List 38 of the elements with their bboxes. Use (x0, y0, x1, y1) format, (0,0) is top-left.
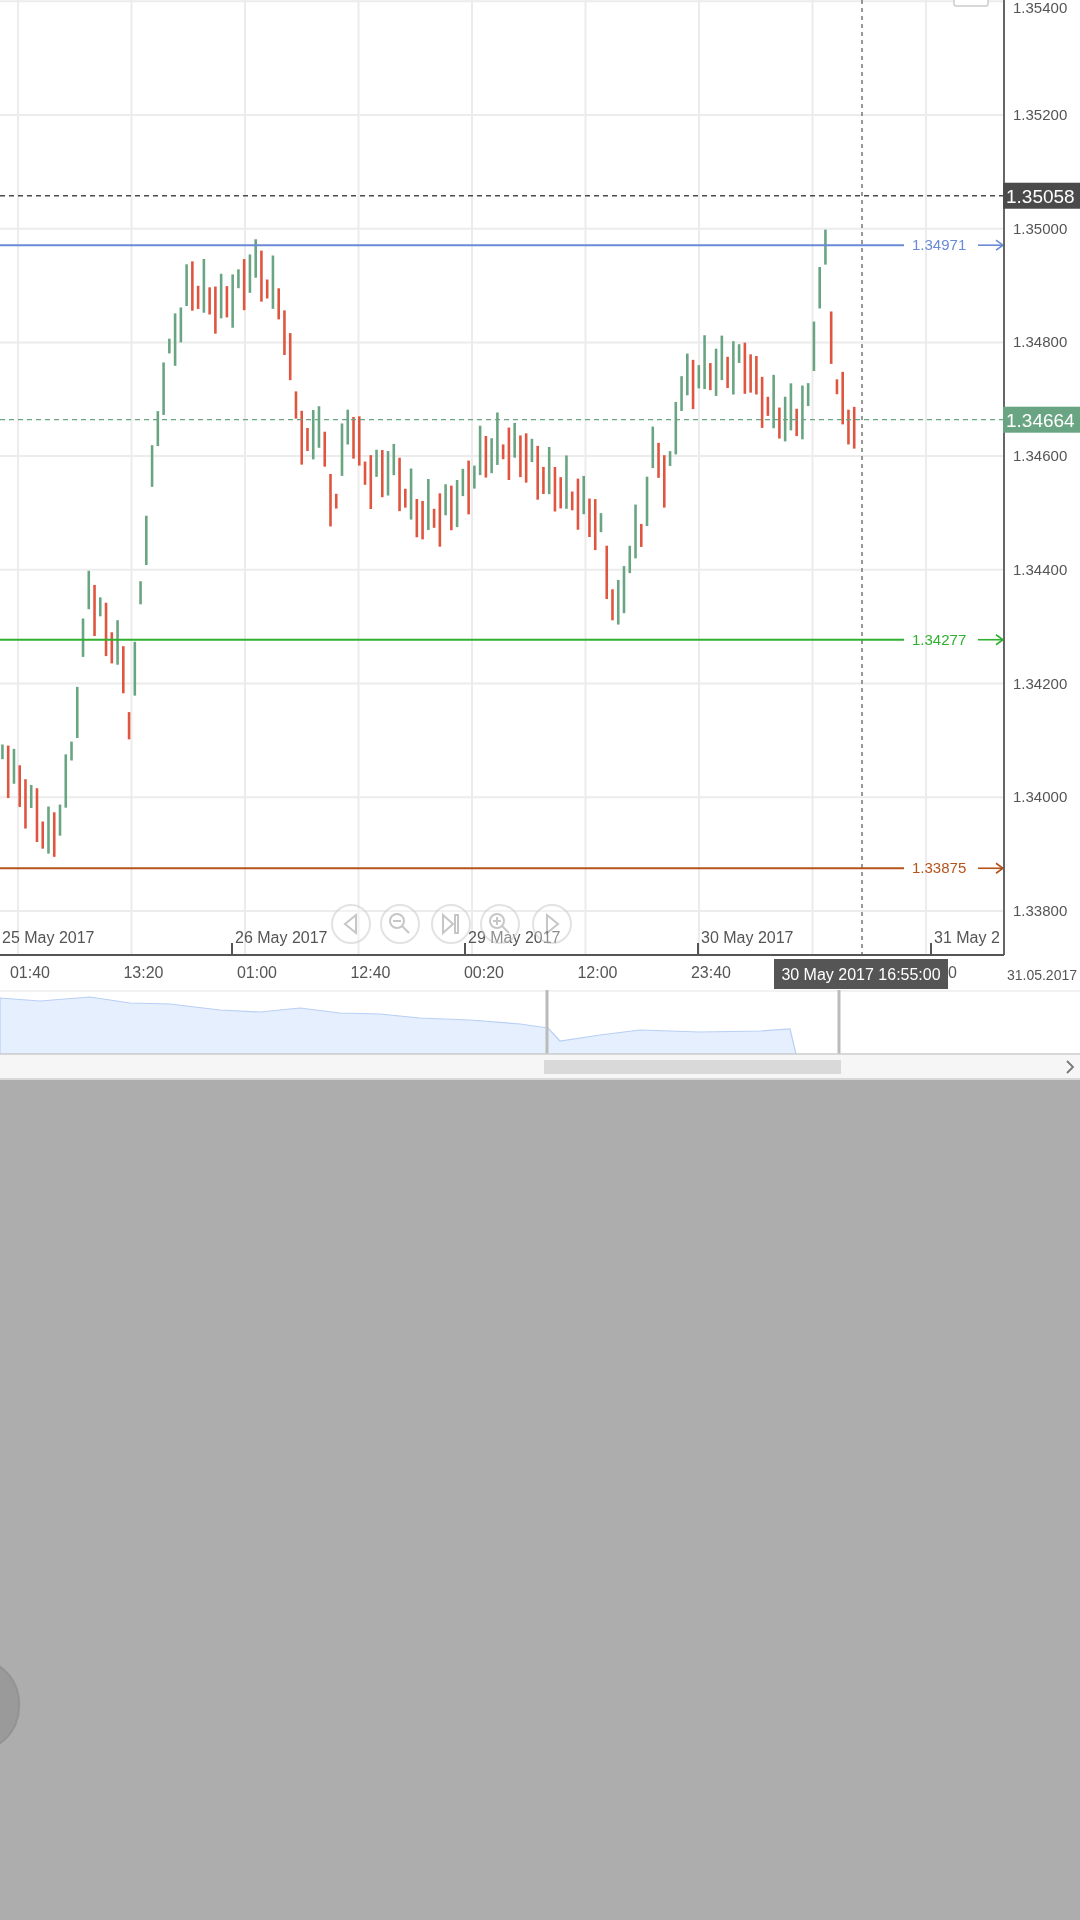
time-axis-label: 01:40 (10, 964, 50, 981)
time-axis-label: 12:00 (577, 964, 618, 981)
price-axis-label: 1.34600 (1013, 447, 1068, 465)
time-axis-label: 00:20 (464, 964, 504, 981)
price-axis-label: 1.35200 (1013, 106, 1068, 123)
price-marker: 1.35058 (1003, 182, 1080, 209)
arrow-icon (977, 862, 1005, 875)
price-marker: 1.34664 (1003, 406, 1080, 433)
arrow-icon (977, 633, 1005, 646)
date-axis-label: 31 May 2 (934, 929, 1000, 946)
price-line-label: 1.34971 (912, 236, 967, 254)
navigator-date-label: 31.05.2017 (1006, 967, 1077, 983)
time-axis-label: 12:40 (350, 964, 391, 981)
time-axis-label: 01:00 (237, 964, 277, 981)
price-line-label: 1.33875 (912, 859, 967, 877)
price-axis-label: 1.35400 (1013, 0, 1068, 16)
previous-button[interactable] (331, 904, 371, 944)
date-axis-label: 30 May 2017 (701, 929, 794, 946)
scrollbar-thumb[interactable] (544, 1060, 841, 1074)
navigator-handle[interactable] (837, 990, 841, 1054)
price-axis-label: 1.34400 (1013, 560, 1068, 578)
navigator-handle[interactable] (545, 990, 549, 1054)
price-axis-label: 1.33800 (1013, 901, 1068, 919)
price-axis-label: 1.35000 (1013, 219, 1068, 237)
arrow-icon (977, 239, 1005, 251)
date-axis-label: 26 May 2017 (235, 929, 328, 946)
date-axis-label: 29 May 2017 (468, 929, 561, 946)
date-axis-label: 25 May 2017 (2, 929, 95, 946)
price-axis-label: 1.34200 (1013, 674, 1068, 692)
zoom-out-button[interactable] (380, 904, 420, 944)
chevron-right-icon[interactable] (1066, 1060, 1075, 1074)
price-line-label: 1.34277 (912, 630, 967, 648)
price-axis-label: 1.34800 (1013, 333, 1068, 351)
price-axis-label: 1.34000 (1013, 788, 1068, 806)
time-axis-label: 13:20 (123, 964, 164, 981)
crosshair-tooltip: 30 May 2017 16:55:00 (774, 959, 948, 989)
time-axis-label: 0 (948, 964, 957, 981)
time-axis-label: 23:40 (691, 964, 731, 981)
